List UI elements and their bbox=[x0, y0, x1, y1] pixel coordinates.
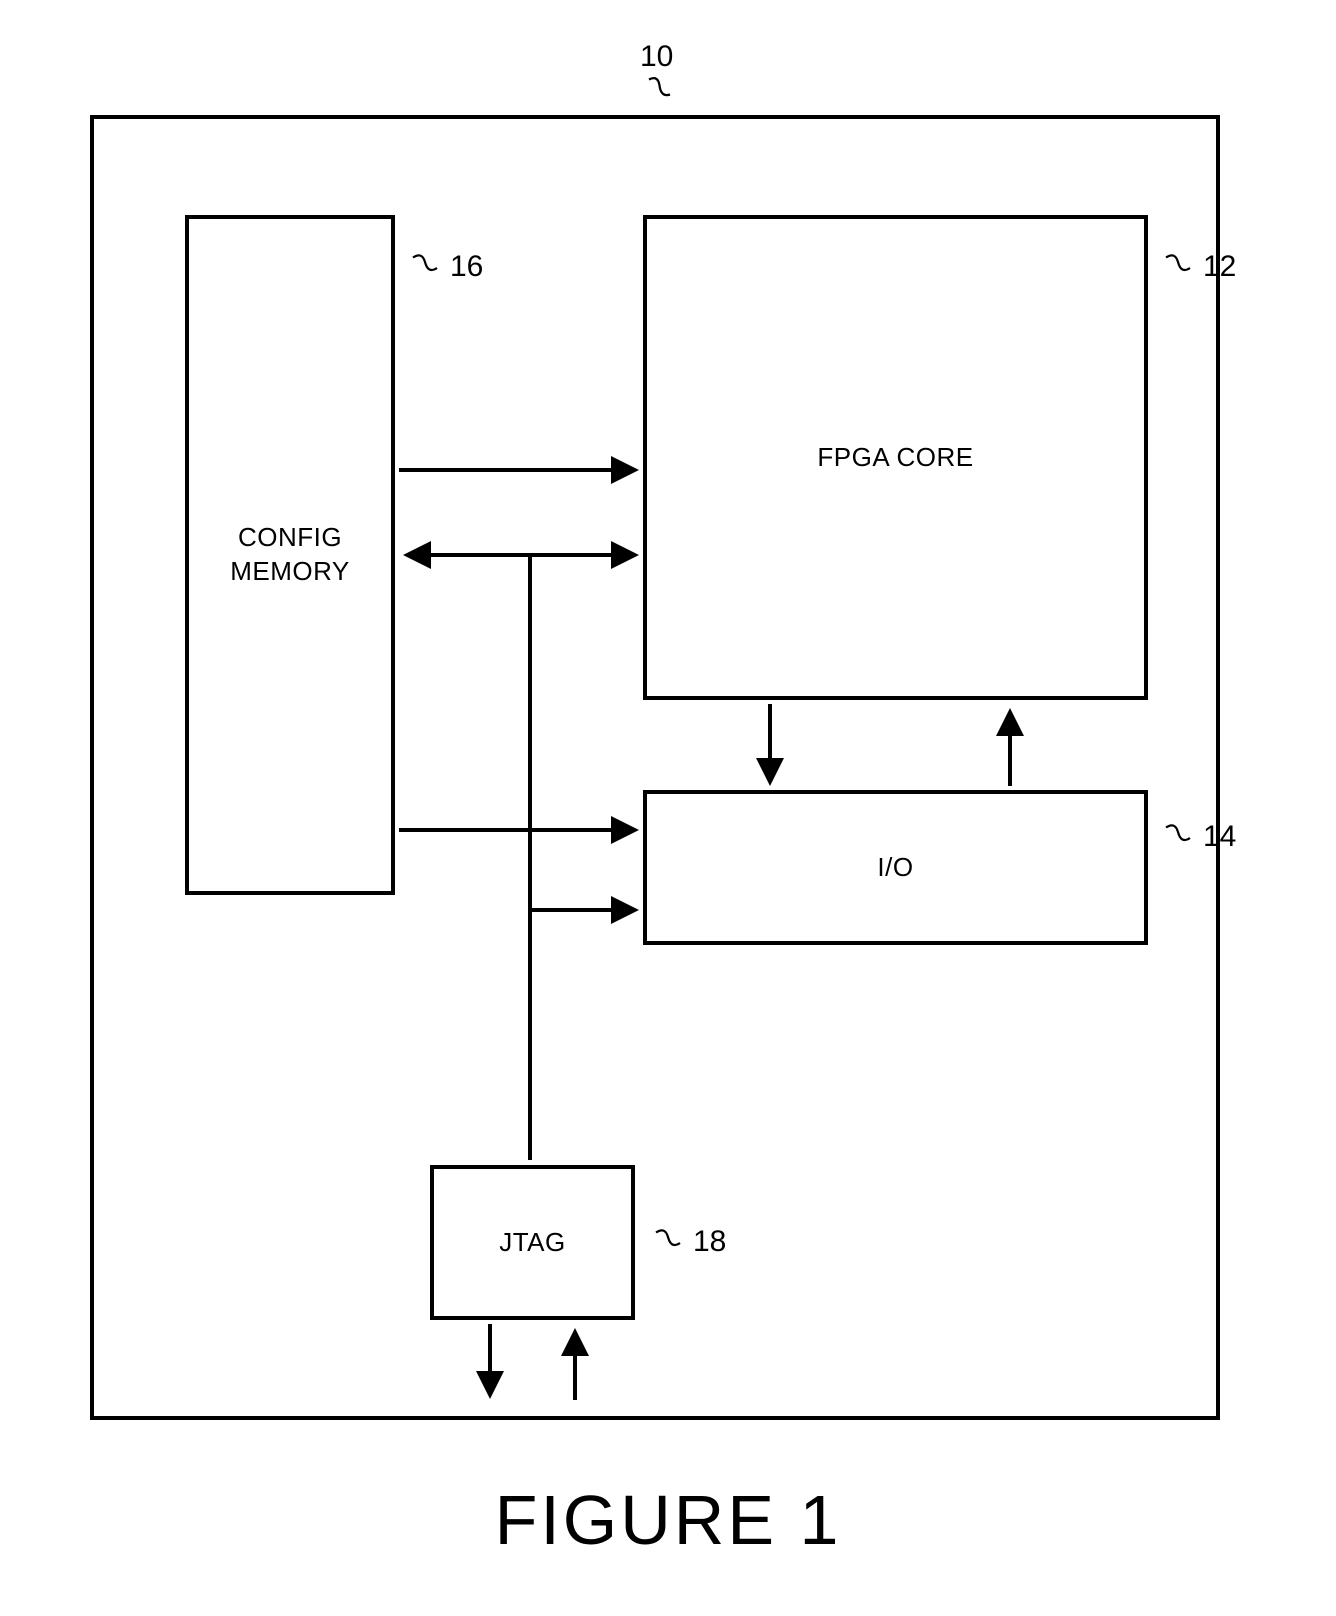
squiggle-config-memory bbox=[405, 250, 445, 280]
label-io: I/O bbox=[877, 851, 913, 885]
diagram-container: 10 CONFIG MEMORY 16 FPGA CORE 12 I/O 14 … bbox=[0, 0, 1336, 1616]
ref-fpga-core: 12 bbox=[1203, 250, 1236, 284]
ref-io: 14 bbox=[1203, 820, 1236, 854]
squiggle-jtag bbox=[648, 1225, 688, 1255]
label-jtag: JTAG bbox=[499, 1226, 566, 1260]
squiggle-outer bbox=[638, 75, 678, 105]
label-config-memory: CONFIG MEMORY bbox=[230, 521, 350, 589]
block-io: I/O bbox=[643, 790, 1148, 945]
block-fpga-core: FPGA CORE bbox=[643, 215, 1148, 700]
squiggle-fpga-core bbox=[1158, 250, 1198, 280]
block-config-memory: CONFIG MEMORY bbox=[185, 215, 395, 895]
ref-jtag: 18 bbox=[693, 1225, 726, 1259]
ref-outer: 10 bbox=[640, 40, 673, 74]
squiggle-io bbox=[1158, 820, 1198, 850]
figure-title: FIGURE 1 bbox=[0, 1480, 1336, 1560]
block-jtag: JTAG bbox=[430, 1165, 635, 1320]
ref-config-memory: 16 bbox=[450, 250, 483, 284]
label-fpga-core: FPGA CORE bbox=[817, 441, 973, 475]
